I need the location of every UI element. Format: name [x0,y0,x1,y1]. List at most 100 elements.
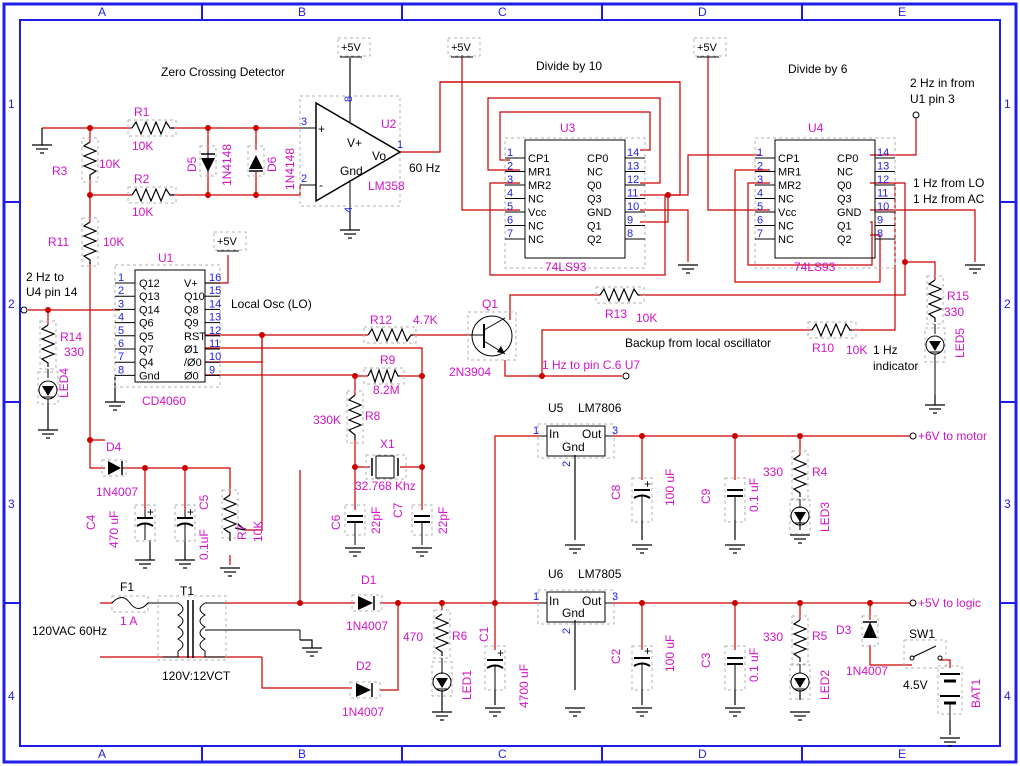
u1-pin-number: 5 [118,325,124,337]
row-label: 1 [1004,97,1011,111]
u1-pin-number: 10 [209,351,221,363]
r12-value: 4.7K [413,313,438,327]
r10-value: 10K [846,343,867,357]
battery-bat1: BAT1 [937,665,983,735]
u3-pin-number: 2 [507,161,513,173]
u4-pin-number: 8 [877,228,883,240]
opamp-pin1: 1 [397,139,403,151]
u4-pin-name: NC [778,234,794,246]
c4-value: 470 uF [107,511,121,548]
u4-pin-number: 12 [877,174,889,186]
supply-label: +5V [217,236,238,248]
u1-pin-number: 3 [118,298,124,310]
u4-pin-name: Q1 [837,221,852,233]
resistor-r15: R15 330 [926,275,969,325]
led3: LED3 [789,499,832,535]
transformer-t1: T1 [157,584,301,661]
r11-value: 10K [103,235,124,249]
r11-ref: R11 [48,235,69,249]
u1-pin-number: 2 [118,285,124,297]
u3-pin-name: GND [587,207,612,219]
led5-ref: LED5 [953,328,967,358]
u1-ref: U1 [158,251,174,265]
u3-value: 74LS93 [545,260,587,274]
opamp-u2: + - V+ Vo Gnd 3 2 1 8 4 U2 LM358 [299,95,405,213]
diode-d4: D4 1N4007 [96,440,138,499]
supply-label: +5V [451,42,472,54]
x1-ref: X1 [380,437,395,451]
r1-value: 10K [132,139,153,153]
led2: LED2 [789,664,832,700]
u4-pin-name: Q0 [837,180,852,192]
label-to-u7: 1 Hz to pin C.6 U7 [542,358,640,372]
resistor-r5: R5 330 [763,615,828,665]
d6-value: 1N4148 [283,148,297,190]
u1-pin-name: Ø1 [184,344,199,356]
supply-5v-opamp: +5V [337,37,371,58]
u3-pin-name: NC [587,167,603,179]
c9-value: 0.1 uF [747,478,761,512]
crystal-x1: X1 32.768 Khz [355,437,416,493]
opamp-gnd: Gnd [340,164,363,178]
u5-out: Out [582,427,602,441]
resistor-r12: R12 4.7K [363,313,438,344]
resistor-r6: R6 470 [403,609,468,659]
r10-ref: R10 [812,341,834,355]
d1-value: 1N4007 [346,619,388,633]
row-label: 4 [8,689,15,703]
u3-pin-name: MR1 [528,167,551,179]
r13-value: 10K [636,311,657,325]
u1-pin-name: Q12 [139,278,160,290]
r8-value: 330K [313,413,341,427]
u3-pin-name: Q1 [587,221,602,233]
f1-ref: F1 [120,580,134,594]
u3-pin-number: 11 [627,188,638,200]
u2-ref: U2 [381,117,397,131]
resistor-r4: R4 330 [763,450,828,500]
u3-pin-number: 7 [507,228,513,240]
u5-in: In [549,427,559,441]
u1-value: CD4060 [142,394,186,408]
u4-pin-number: 2 [757,161,763,173]
supply-5v-u1: +5V [213,231,247,252]
opamp-vo: Vo [372,149,386,163]
label-backup: Backup from local oscillator [625,336,771,350]
col-label: D [698,5,707,19]
resistor-r10: R10 10K [807,321,867,357]
u4-pin-number: 11 [877,188,888,200]
c8-value: 100 uF [663,469,677,506]
label-2hz-to-b: U4 pin 14 [26,285,78,299]
d6-ref: D6 [265,156,279,172]
u3-ref: U3 [560,121,576,135]
u4-pin-name: NC [837,167,853,179]
title-zero-crossing: Zero Crossing Detector [161,65,285,79]
diode-d3: D3 1N4007 [836,615,888,678]
u3-pin-name: MR2 [528,180,551,192]
u3-pin-name: NC [528,194,544,206]
u3-pin-number: 5 [507,201,513,213]
u4-pin-number: 7 [757,228,763,240]
c7-value: 22pF [436,507,450,534]
diode-d6: D6 1N4148 [247,145,297,190]
switch-sw1: SW1 [903,627,947,669]
u3-pin-number: 1 [507,147,513,159]
d4-ref: D4 [106,440,122,454]
capacitor-c7: C7 22pF [391,502,450,545]
c8-ref: C8 [609,484,623,500]
u4-pin-number: 13 [877,161,889,173]
label-to-motor: +6V to motor [918,429,987,443]
d3-ref: D3 [836,623,852,637]
col-label: B [298,747,306,761]
capacitor-c5: + C5 0.1uF [174,494,211,560]
r6-ref: R6 [452,629,468,643]
frame-outer [2,2,1018,764]
frame-inner [19,19,1001,747]
row-label: 1 [8,97,15,111]
u3-pin-number: 4 [507,188,513,200]
r13-ref: R13 [605,307,627,321]
u5-gnd: Gnd [562,440,585,454]
led1: LED1 [431,658,474,712]
r4-ref: R4 [812,465,828,479]
r9-ref: R9 [380,353,396,367]
c7-ref: C7 [391,502,405,518]
